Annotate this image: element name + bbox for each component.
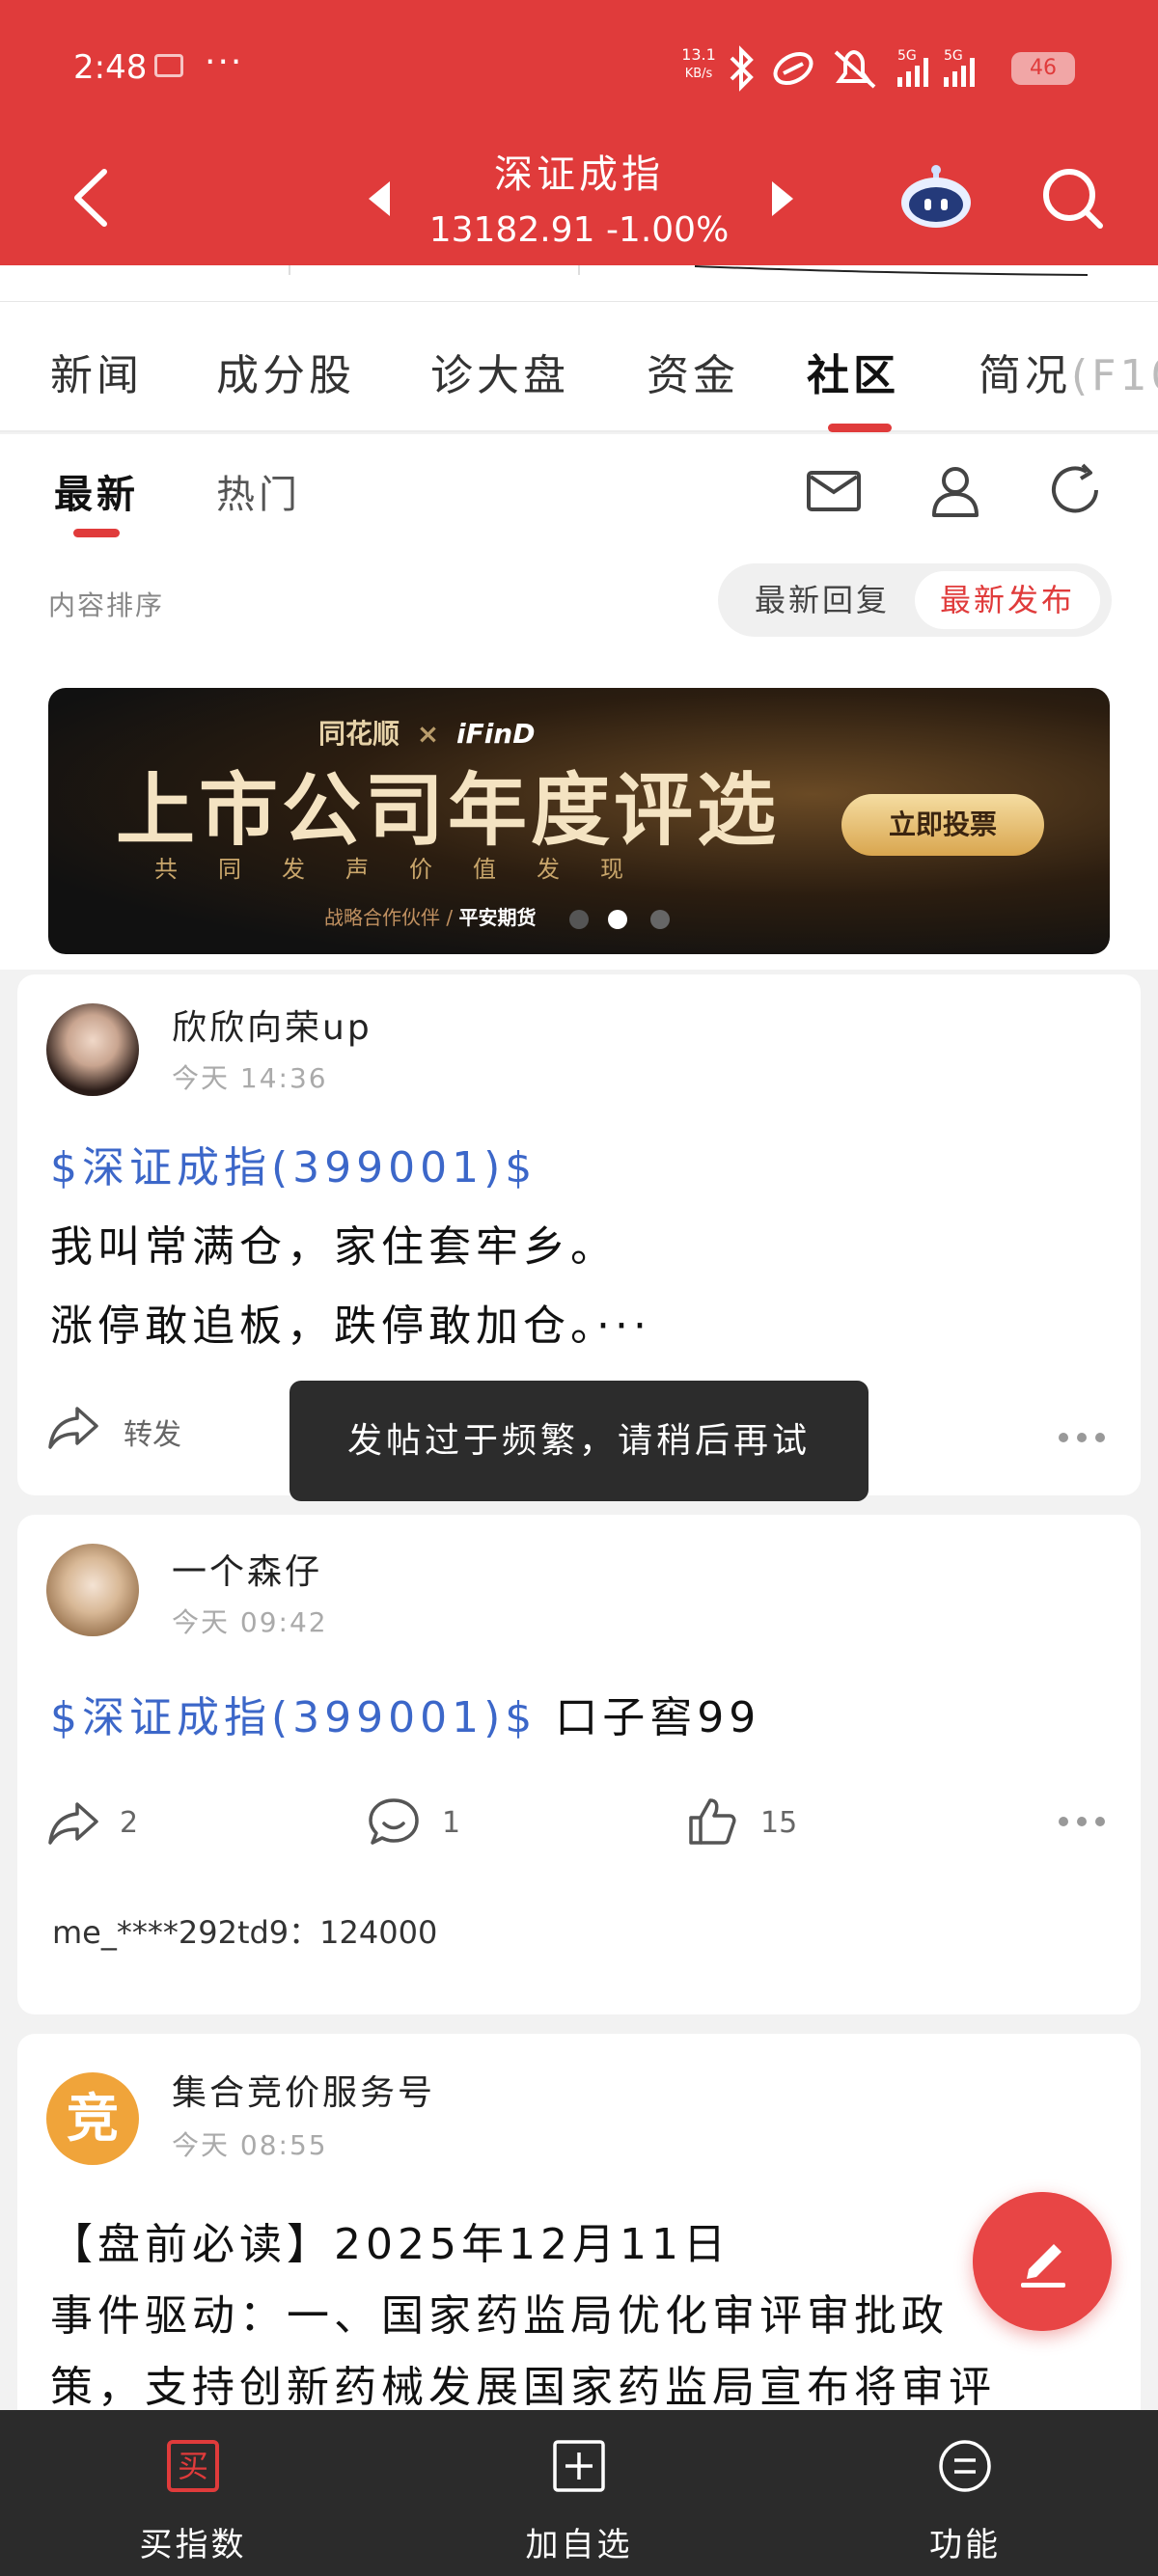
net-speed-unit: KB/s: [684, 67, 713, 81]
user-icon[interactable]: [926, 461, 984, 519]
content-tabs: 新闻 成分股 诊大盘 资金 社区 简况(F10: [0, 302, 1158, 432]
banner-partner-label: 战略合作伙伴 /: [324, 906, 454, 929]
index-name: 深证成指: [494, 152, 664, 197]
post-text-line-2: 事件驱动：一、国家药监局优化审评审批政: [50, 2291, 949, 2341]
post-card[interactable]: 一个森仔 今天 09:42 $深证成指(399001)$ 口子窖99 2 1 1…: [17, 1515, 1141, 2014]
prev-index-icon[interactable]: [365, 179, 394, 218]
avatar[interactable]: [46, 1544, 139, 1636]
sort-latest-reply[interactable]: 最新回复: [730, 571, 915, 629]
buy-index-button[interactable]: 买 买指数: [0, 2410, 386, 2576]
comment-count[interactable]: 1: [442, 1806, 460, 1840]
avatar[interactable]: [46, 1003, 139, 1096]
app-header: 2:48 ··· 13.1 KB/s 5G 5G 46 深证成指 13182.9…: [0, 0, 1158, 265]
post-text-line-2: 涨停敢追板，跌停敢加仓。···: [50, 1302, 651, 1351]
like-count[interactable]: 15: [760, 1806, 797, 1840]
banner-dot-3[interactable]: [650, 910, 670, 929]
tab-community[interactable]: 社区: [807, 341, 899, 402]
banner-partner-name: 平安期货: [458, 906, 537, 929]
add-watchlist-button[interactable]: 加自选: [386, 2410, 772, 2576]
battery-icon: 46: [1011, 52, 1075, 85]
status-time: 2:48: [73, 48, 148, 87]
sort-label: 内容排序: [48, 589, 165, 621]
banner-dot-2[interactable]: [608, 910, 627, 929]
net-speed-value: 13.1: [681, 45, 716, 64]
post-time: 今天 09:42: [172, 1606, 328, 1638]
menu-circle-icon: [939, 2440, 991, 2492]
comment-icon[interactable]: [367, 1795, 421, 1849]
buy-icon: 买: [167, 2440, 219, 2492]
notification-icon: [154, 54, 183, 77]
search-icon[interactable]: [1038, 164, 1106, 232]
post-username[interactable]: 欣欣向荣up: [172, 1000, 372, 1050]
status-more-icon: ···: [205, 42, 244, 82]
forward-count[interactable]: 2: [120, 1806, 138, 1840]
back-icon[interactable]: [68, 164, 116, 232]
forward-icon[interactable]: [46, 1399, 100, 1453]
post-username[interactable]: 集合竞价服务号: [172, 2065, 435, 2115]
subtab-hot[interactable]: 热门: [216, 463, 301, 519]
avatar[interactable]: 竞: [46, 2072, 139, 2165]
functions-label: 功能: [929, 2526, 1001, 2564]
compose-post-button[interactable]: [973, 2192, 1112, 2331]
net-speed: 13.1 KB/s: [679, 46, 718, 83]
bluetooth-icon: [730, 45, 754, 92]
sort-latest-publish[interactable]: 最新发布: [915, 571, 1101, 629]
link-icon: [773, 51, 813, 86]
functions-button[interactable]: 功能: [772, 2410, 1158, 2576]
tab-diagnosis[interactable]: 诊大盘: [430, 341, 569, 402]
tab-constituents[interactable]: 成分股: [216, 341, 355, 402]
mini-chart-line: [289, 265, 1089, 276]
banner-title: 上市公司年度评选: [116, 765, 781, 857]
status-bar: 2:48 ··· 13.1 KB/s 5G 5G 46: [0, 0, 1158, 135]
tab-profile-suffix: (F10: [1071, 351, 1158, 400]
vote-button[interactable]: 立即投票: [841, 794, 1044, 856]
tab-profile-label: 简况: [979, 351, 1071, 400]
index-value: 13182.91: [428, 210, 595, 250]
post-text-body: 口子窖99: [537, 1693, 761, 1742]
promo-banner[interactable]: 同花顺 × iFinD 上市公司年度评选 共同发声价值发现 战略合作伙伴 / 平…: [48, 688, 1110, 954]
mini-chart-strip: [0, 265, 1158, 302]
mail-icon[interactable]: [805, 461, 863, 519]
post-time: 今天 14:36: [172, 1062, 328, 1094]
post-text: $深证成指(399001)$ 口子窖99: [50, 1679, 760, 1758]
subtab-latest[interactable]: 最新: [54, 463, 139, 519]
index-change: -1.00%: [605, 210, 730, 250]
signal-label-2: 5G: [944, 48, 963, 64]
post-card[interactable]: 竞 集合竞价服务号 今天 08:55 【盘前必读】2025年12月11日 事件驱…: [17, 2034, 1141, 2439]
tab-profile[interactable]: 简况(F10: [979, 341, 1158, 402]
banner-subtitle: 共同发声价值发现: [154, 856, 664, 883]
tab-funds[interactable]: 资金: [647, 341, 739, 402]
stock-link[interactable]: $深证成指(399001)$: [50, 1129, 537, 1208]
bottom-action-bar: 买 买指数 加自选 功能: [0, 2410, 1158, 2576]
post-text-line-1: 【盘前必读】2025年12月11日: [50, 2220, 731, 2269]
toast-message: 发帖过于频繁，请稍后再试: [290, 1381, 868, 1501]
post-username[interactable]: 一个森仔: [172, 1544, 322, 1594]
post-text-line-1: 我叫常满仓，家住套牢乡。: [50, 1222, 618, 1272]
more-icon[interactable]: [1058, 1812, 1106, 1831]
sort-toggle: 最新回复 最新发布: [718, 563, 1112, 637]
tab-active-indicator: [828, 424, 892, 432]
banner-partner: 战略合作伙伴 / 平安期货: [324, 902, 536, 930]
svg-text:买: 买: [178, 2448, 208, 2484]
tab-news[interactable]: 新闻: [50, 341, 143, 402]
refresh-icon[interactable]: [1048, 461, 1106, 519]
buy-index-label: 买指数: [139, 2526, 247, 2564]
banner-dot-1[interactable]: [569, 910, 589, 929]
add-watchlist-label: 加自选: [525, 2526, 633, 2564]
community-header: 最新 热门 内容排序 最新回复 最新发布 同花顺 × iFinD 上市公司年度评…: [0, 434, 1158, 970]
forward-icon[interactable]: [46, 1795, 100, 1849]
post-time: 今天 08:55: [172, 2129, 328, 2161]
robot-assistant-icon[interactable]: [897, 162, 975, 232]
stock-link[interactable]: $深证成指(399001)$: [50, 1693, 537, 1742]
next-index-icon[interactable]: [768, 179, 797, 218]
reply-preview[interactable]: me_****292td9：124000: [52, 1908, 437, 1953]
mute-bell-icon: [834, 49, 876, 89]
more-icon[interactable]: [1058, 1428, 1106, 1447]
index-quote: 13182.91 -1.00%: [405, 210, 753, 250]
like-icon[interactable]: [685, 1795, 739, 1849]
forward-label[interactable]: 转发: [124, 1411, 181, 1453]
subtab-active-indicator: [73, 529, 120, 537]
add-square-icon: [553, 2440, 605, 2492]
signal-label-1: 5G: [897, 48, 917, 64]
